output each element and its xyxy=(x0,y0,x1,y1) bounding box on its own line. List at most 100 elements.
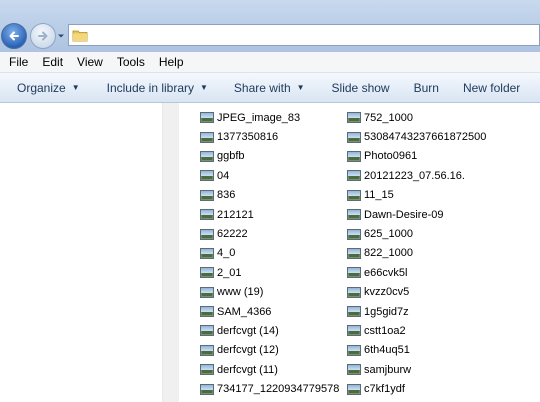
image-file-icon xyxy=(347,150,361,162)
file-item[interactable]: 1g5gid7z xyxy=(347,302,486,321)
slide-show-label: Slide show xyxy=(331,80,390,95)
file-name: www (19) xyxy=(217,286,264,299)
slide-show-button[interactable]: Slide show xyxy=(315,73,400,102)
image-file-icon xyxy=(200,170,214,182)
file-item[interactable]: 625_1000 xyxy=(347,224,486,243)
address-bar[interactable] xyxy=(68,24,540,46)
share-with-button[interactable]: Share with ▼ xyxy=(218,73,315,102)
file-item[interactable]: ggbfb xyxy=(200,147,339,166)
file-item[interactable]: samjburw xyxy=(347,360,486,379)
file-name: derfcvgt (14) xyxy=(217,324,279,337)
file-item[interactable]: 734177_1220934779578 xyxy=(200,379,339,398)
include-in-library-button[interactable]: Include in library ▼ xyxy=(90,73,218,102)
image-file-icon xyxy=(200,286,214,298)
image-file-icon xyxy=(200,383,214,395)
file-name: derfcvgt (11) xyxy=(217,363,278,376)
file-item[interactable]: JPEG_image_83 xyxy=(200,108,339,127)
image-file-icon xyxy=(347,383,361,395)
new-folder-label: New folder xyxy=(462,80,521,95)
file-item[interactable]: 20121223_07.56.16. xyxy=(347,166,486,185)
navigation-pane[interactable] xyxy=(0,103,163,402)
image-file-icon xyxy=(200,325,214,337)
file-name: 11_15 xyxy=(364,189,394,202)
chevron-down-icon: ▼ xyxy=(71,83,80,92)
image-file-icon xyxy=(347,228,361,240)
file-item[interactable]: 53084743237661872500 xyxy=(347,127,486,146)
image-file-icon xyxy=(200,131,214,143)
file-name: 1377350816 xyxy=(217,131,279,144)
image-file-icon xyxy=(347,131,361,143)
navigation-pane-scrollbar[interactable] xyxy=(162,103,179,402)
folder-icon xyxy=(72,30,88,42)
file-item[interactable]: 6th4uq51 xyxy=(347,341,486,360)
back-button[interactable] xyxy=(1,23,27,49)
file-name: ggbfb xyxy=(217,150,245,163)
image-file-icon xyxy=(347,344,361,356)
forward-button[interactable] xyxy=(30,23,56,49)
image-file-icon xyxy=(200,209,214,221)
burn-button[interactable]: Burn xyxy=(400,73,449,102)
file-item[interactable]: 752_1000 xyxy=(347,108,486,127)
file-item[interactable]: Dawn-Desire-09 xyxy=(347,205,486,224)
image-file-icon xyxy=(347,247,361,259)
file-item[interactable]: SAM_4366 xyxy=(200,302,339,321)
share-with-label: Share with xyxy=(233,80,291,95)
image-file-icon xyxy=(347,286,361,298)
image-file-icon xyxy=(200,364,214,376)
new-folder-button[interactable]: New folder xyxy=(449,73,530,102)
image-file-icon xyxy=(200,344,214,356)
file-item[interactable]: www (19) xyxy=(200,283,339,302)
menu-view[interactable]: View xyxy=(70,52,110,72)
file-item[interactable]: derfcvgt (14) xyxy=(200,321,339,340)
file-item[interactable]: 212121 xyxy=(200,205,339,224)
image-file-icon xyxy=(200,150,214,162)
file-item[interactable]: 4_0 xyxy=(200,244,339,263)
file-item[interactable]: derfcvgt (12) xyxy=(200,341,339,360)
image-file-icon xyxy=(347,189,361,201)
file-item[interactable]: 836 xyxy=(200,186,339,205)
file-item[interactable]: cstt1oa2 xyxy=(347,321,486,340)
file-item[interactable]: 04 xyxy=(200,166,339,185)
file-item[interactable]: e66cvk5l xyxy=(347,263,486,282)
image-file-icon xyxy=(347,170,361,182)
image-file-icon xyxy=(347,209,361,221)
chevron-down-icon: ▼ xyxy=(296,83,305,92)
file-name: 4_0 xyxy=(217,247,236,260)
image-file-icon xyxy=(347,267,361,279)
image-file-icon xyxy=(200,112,214,124)
file-name: 822_1000 xyxy=(364,247,413,260)
chevron-down-icon: ▼ xyxy=(200,83,208,92)
menu-tools[interactable]: Tools xyxy=(110,52,152,72)
organize-button[interactable]: Organize ▼ xyxy=(0,73,90,102)
image-file-icon xyxy=(200,228,214,240)
file-name: kvzz0cv5 xyxy=(364,286,410,299)
file-name: 53084743237661872500 xyxy=(364,131,487,144)
file-name: 836 xyxy=(217,189,236,202)
file-name: SAM_4366 xyxy=(217,305,272,318)
back-arrow-icon xyxy=(9,31,19,41)
include-in-library-label: Include in library xyxy=(106,80,194,95)
chevron-down-icon xyxy=(58,34,64,38)
menu-edit[interactable]: Edit xyxy=(35,52,70,72)
recent-pages-dropdown[interactable] xyxy=(56,31,66,41)
file-name: Photo0961 xyxy=(364,150,418,163)
file-name: 6th4uq51 xyxy=(364,344,410,357)
file-name: 62222 xyxy=(217,228,248,241)
file-name: cstt1oa2 xyxy=(364,324,406,337)
file-item[interactable]: 1377350816 xyxy=(200,127,339,146)
file-item[interactable]: Photo0961 xyxy=(347,147,486,166)
file-list: JPEG_image_83 1377350816 ggbfb 04 836 212121 6… xyxy=(180,103,540,402)
file-item[interactable]: derfcvgt (11) xyxy=(200,360,339,379)
file-column-right: 752_1000 53084743237661872500 Photo0961 201… xyxy=(347,108,486,399)
file-item[interactable]: 822_1000 xyxy=(347,244,486,263)
file-name: JPEG_image_83 xyxy=(217,111,301,124)
file-item[interactable]: kvzz0cv5 xyxy=(347,283,486,302)
file-item[interactable]: 2_01 xyxy=(200,263,339,282)
file-item[interactable]: c7kf1ydf xyxy=(347,379,486,398)
file-item[interactable]: 62222 xyxy=(200,224,339,243)
file-item[interactable]: 11_15 xyxy=(347,186,486,205)
menu-file[interactable]: File xyxy=(0,52,35,72)
file-name: 04 xyxy=(217,169,230,182)
menu-help[interactable]: Help xyxy=(152,52,191,72)
file-column-left: JPEG_image_83 1377350816 ggbfb 04 836 212121 6… xyxy=(200,108,339,399)
